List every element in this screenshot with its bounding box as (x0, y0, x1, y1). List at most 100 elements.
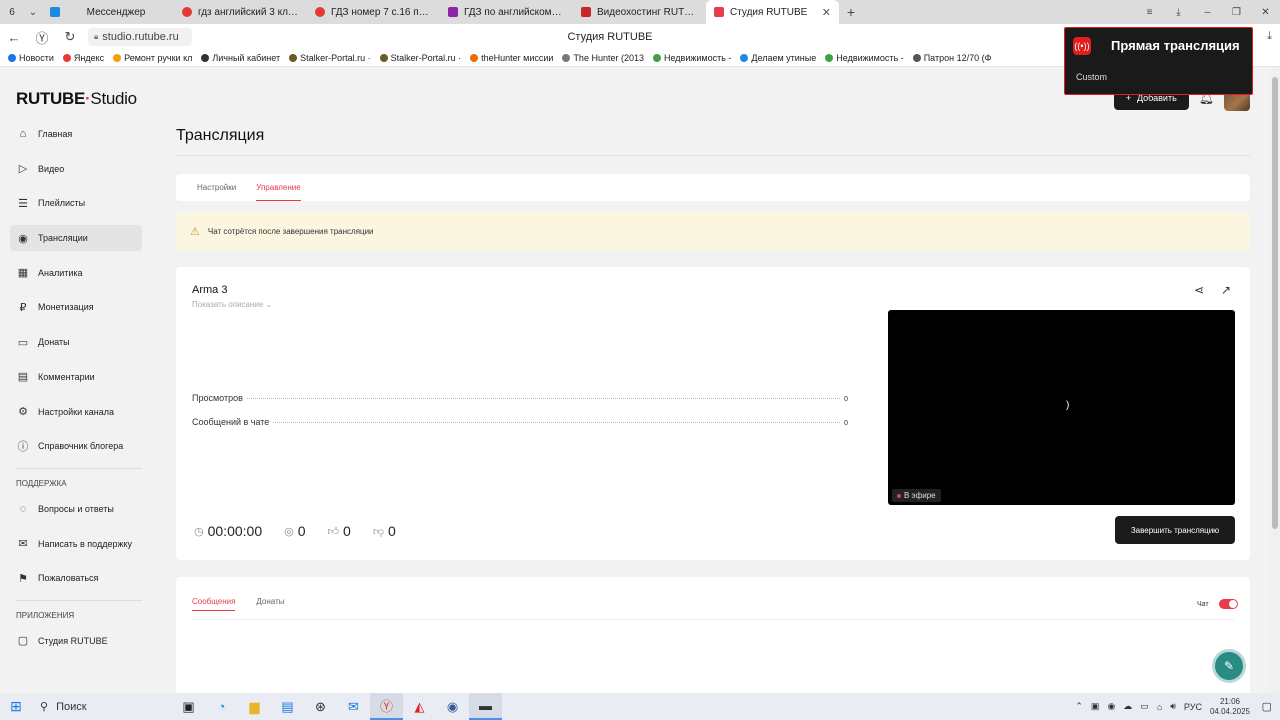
close-tab-icon[interactable]: ✕ (822, 6, 831, 19)
external-link-icon[interactable]: ↗ (1221, 283, 1231, 297)
battery-icon[interactable]: ▭ (1140, 701, 1149, 712)
windows-start-icon[interactable]: ⊞ (0, 698, 32, 715)
new-tab-icon[interactable]: + (839, 4, 863, 20)
maximize-icon[interactable]: ❐ (1222, 0, 1251, 24)
steam-icon[interactable]: ⊛ (304, 693, 337, 720)
bookmark-favicon-icon (470, 54, 479, 62)
bookmark-item[interactable]: Недвижимость - (825, 53, 904, 63)
back-icon[interactable]: ← (0, 30, 28, 45)
taskbar-search[interactable]: ⚲ Поиск (32, 693, 172, 720)
sidebar-item[interactable]: ◉ Трансляции (10, 225, 142, 252)
cloud-icon[interactable]: ☁ (1123, 701, 1132, 712)
store-icon[interactable]: ▤ (271, 693, 304, 720)
show-description-link[interactable]: Показать описание ⌄ (192, 300, 272, 309)
video-player[interactable]: ) В эфире (888, 310, 1235, 505)
stat-label: Просмотров (192, 393, 243, 403)
sidebar-item[interactable]: ▤ Комментарии (10, 364, 142, 390)
thumbs-down-icon: 👎︎ (372, 525, 384, 538)
support-chat-button[interactable]: ✎ (1212, 649, 1246, 683)
menu-icon[interactable]: ≡ (1135, 0, 1164, 24)
terminal-icon[interactable]: ▬ (469, 693, 502, 720)
sidebar-item[interactable]: ◌ Вопросы и ответы (10, 496, 142, 522)
end-stream-button[interactable]: Завершить трансляцию (1115, 516, 1235, 544)
tray-app-icon[interactable]: ▣ (1091, 701, 1100, 712)
chat-toggle[interactable] (1218, 599, 1238, 609)
url-field[interactable]: 🔒︎ studio.rutube.ru (88, 28, 192, 46)
download-icon[interactable]: ⤓ (1267, 30, 1272, 43)
browser-tab[interactable]: Мессенджер (42, 0, 174, 24)
bookmark-item[interactable]: Патрон 12/70 (Ф (912, 53, 991, 63)
loading-spinner-icon: ) (1066, 400, 1070, 411)
tray-arrow-icon[interactable]: ⌃ (1075, 701, 1083, 712)
sidebar-item[interactable]: ⓘ Справочник блогера (10, 433, 142, 459)
browser-tab-title: гдз английский 3 класс 2 (198, 6, 299, 18)
close-window-icon[interactable]: ✕ (1251, 0, 1280, 24)
yandex-browser-icon[interactable]: Ⓨ (370, 693, 403, 720)
gdz-favicon-icon (448, 7, 458, 17)
bookmark-item[interactable]: The Hunter (2013 (562, 53, 644, 63)
tab-management[interactable]: Управление (256, 174, 301, 201)
notifications-icon[interactable]: ▢ (1262, 700, 1272, 713)
pin-icon[interactable]: ⤓ (1164, 0, 1193, 24)
dislikes-value: 0 (387, 523, 396, 539)
task-view-icon[interactable]: ▣ (172, 693, 205, 720)
clock[interactable]: 21:06 04.04.2025 (1210, 697, 1250, 717)
browser-tab-active[interactable]: Студия RUTUBE ✕ (706, 0, 839, 24)
tab-donations[interactable]: Донаты (256, 597, 284, 611)
tab-messages[interactable]: Сообщения (192, 597, 236, 611)
scrollbar-thumb[interactable] (1272, 77, 1278, 529)
sidebar-item[interactable]: ▦ Аналитика (10, 260, 142, 286)
monetization-icon: ₽ (19, 301, 27, 314)
page-tabs: Настройки Управление (176, 174, 1250, 201)
bookmark-item[interactable]: Яндекс (62, 53, 104, 63)
browser-tab-title: ГДЗ по английскому язы (464, 6, 565, 18)
streaming-app-icon[interactable]: ◭ (403, 693, 436, 720)
sidebar-item[interactable]: ⚙ Настройки канала (10, 399, 142, 425)
sidebar-item[interactable]: ▭ Донаты (10, 329, 142, 355)
network-icon[interactable]: ⌂ (1157, 702, 1162, 712)
bookmark-item[interactable]: Ремонт ручки кл (113, 53, 192, 63)
tab-list-chevron-icon[interactable]: ⌄ (24, 0, 42, 24)
bookmark-label: Недвижимость - (836, 53, 904, 63)
scrollbar[interactable] (1270, 67, 1280, 693)
yandex-favicon-icon (315, 7, 325, 17)
file-explorer-icon[interactable]: ▆ (238, 693, 271, 720)
volume-icon[interactable]: 🔊︎ (1170, 701, 1176, 712)
sidebar-item[interactable]: ☰ Плейлисты (10, 190, 142, 216)
mail-app-icon[interactable]: ✉ (337, 693, 370, 720)
share-icon[interactable]: ⋖ (1194, 283, 1204, 297)
bookmark-item[interactable]: Новости (8, 53, 54, 63)
sidebar-item[interactable]: ▷ Видео (10, 156, 142, 182)
sidebar-item[interactable]: ⚑ Пожаловаться (10, 565, 142, 591)
tab-count[interactable]: 6 (0, 0, 24, 24)
tray-app-icon[interactable]: ◉ (1107, 701, 1115, 712)
sidebar-item[interactable]: ✉ Написать в поддержку (10, 531, 142, 557)
app-icon: ▢ (17, 635, 29, 648)
sidebar-item-label: Аналитика (38, 267, 83, 278)
reload-icon[interactable]: ↻ (56, 29, 84, 45)
tab-settings[interactable]: Настройки (197, 174, 236, 201)
edge-icon[interactable]: ◔ (205, 693, 238, 720)
bookmark-item[interactable]: Делаем утиные (740, 53, 816, 63)
rutube-studio-logo[interactable]: RUTUBE·Studio (16, 89, 137, 109)
bookmark-item[interactable]: Личный кабинет (201, 53, 280, 63)
sidebar-item[interactable]: ⌂ Главная (10, 121, 142, 147)
minimize-icon[interactable]: – (1193, 0, 1222, 24)
discord-icon[interactable]: ◉ (436, 693, 469, 720)
browser-tab[interactable]: Видеохостинг RUTUBE. С (573, 0, 706, 24)
bookmark-item[interactable]: Stalker-Portal.ru · (379, 53, 461, 63)
bookmark-item[interactable]: Stalker-Portal.ru · (289, 53, 371, 63)
browser-tab[interactable]: гдз английский 3 класс 2 (174, 0, 307, 24)
keyboard-layout[interactable]: РУС (1184, 702, 1202, 712)
clock-date: 04.04.2025 (1209, 706, 1250, 716)
bookmark-item[interactable]: theHunter миссии (470, 53, 553, 63)
browser-tab[interactable]: ГДЗ по английскому язы (440, 0, 573, 24)
sidebar-item[interactable]: ₽ Монетизация (10, 294, 142, 320)
logo-brand: RUTUBE (16, 89, 86, 108)
yandex-icon[interactable]: Ⓨ (28, 28, 56, 47)
viewers-counter: ◎ 0 (284, 523, 305, 539)
browser-tab[interactable]: ГДЗ номер 7 с.16 по англ (307, 0, 440, 24)
sidebar-item[interactable]: ▢ Студия RUTUBE (10, 628, 142, 654)
bookmark-item[interactable]: Недвижимость - (652, 53, 731, 63)
flag-icon: ⚑ (18, 572, 28, 585)
